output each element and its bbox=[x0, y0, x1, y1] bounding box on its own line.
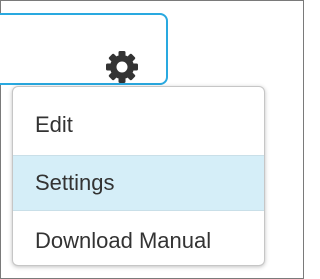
menu-item-settings[interactable]: Settings bbox=[13, 155, 264, 211]
screenshot-frame: Edit Settings Download Manual bbox=[0, 0, 304, 279]
settings-dropdown-menu: Edit Settings Download Manual bbox=[12, 86, 265, 266]
widget-card bbox=[0, 13, 168, 85]
menu-item-download-manual[interactable]: Download Manual bbox=[13, 213, 264, 265]
menu-item-label: Edit bbox=[35, 112, 73, 137]
menu-item-label: Download Manual bbox=[35, 228, 212, 253]
settings-gear-button[interactable] bbox=[102, 47, 142, 87]
menu-item-label: Settings bbox=[35, 170, 115, 195]
gear-icon bbox=[106, 51, 138, 83]
menu-item-edit[interactable]: Edit bbox=[13, 97, 264, 153]
